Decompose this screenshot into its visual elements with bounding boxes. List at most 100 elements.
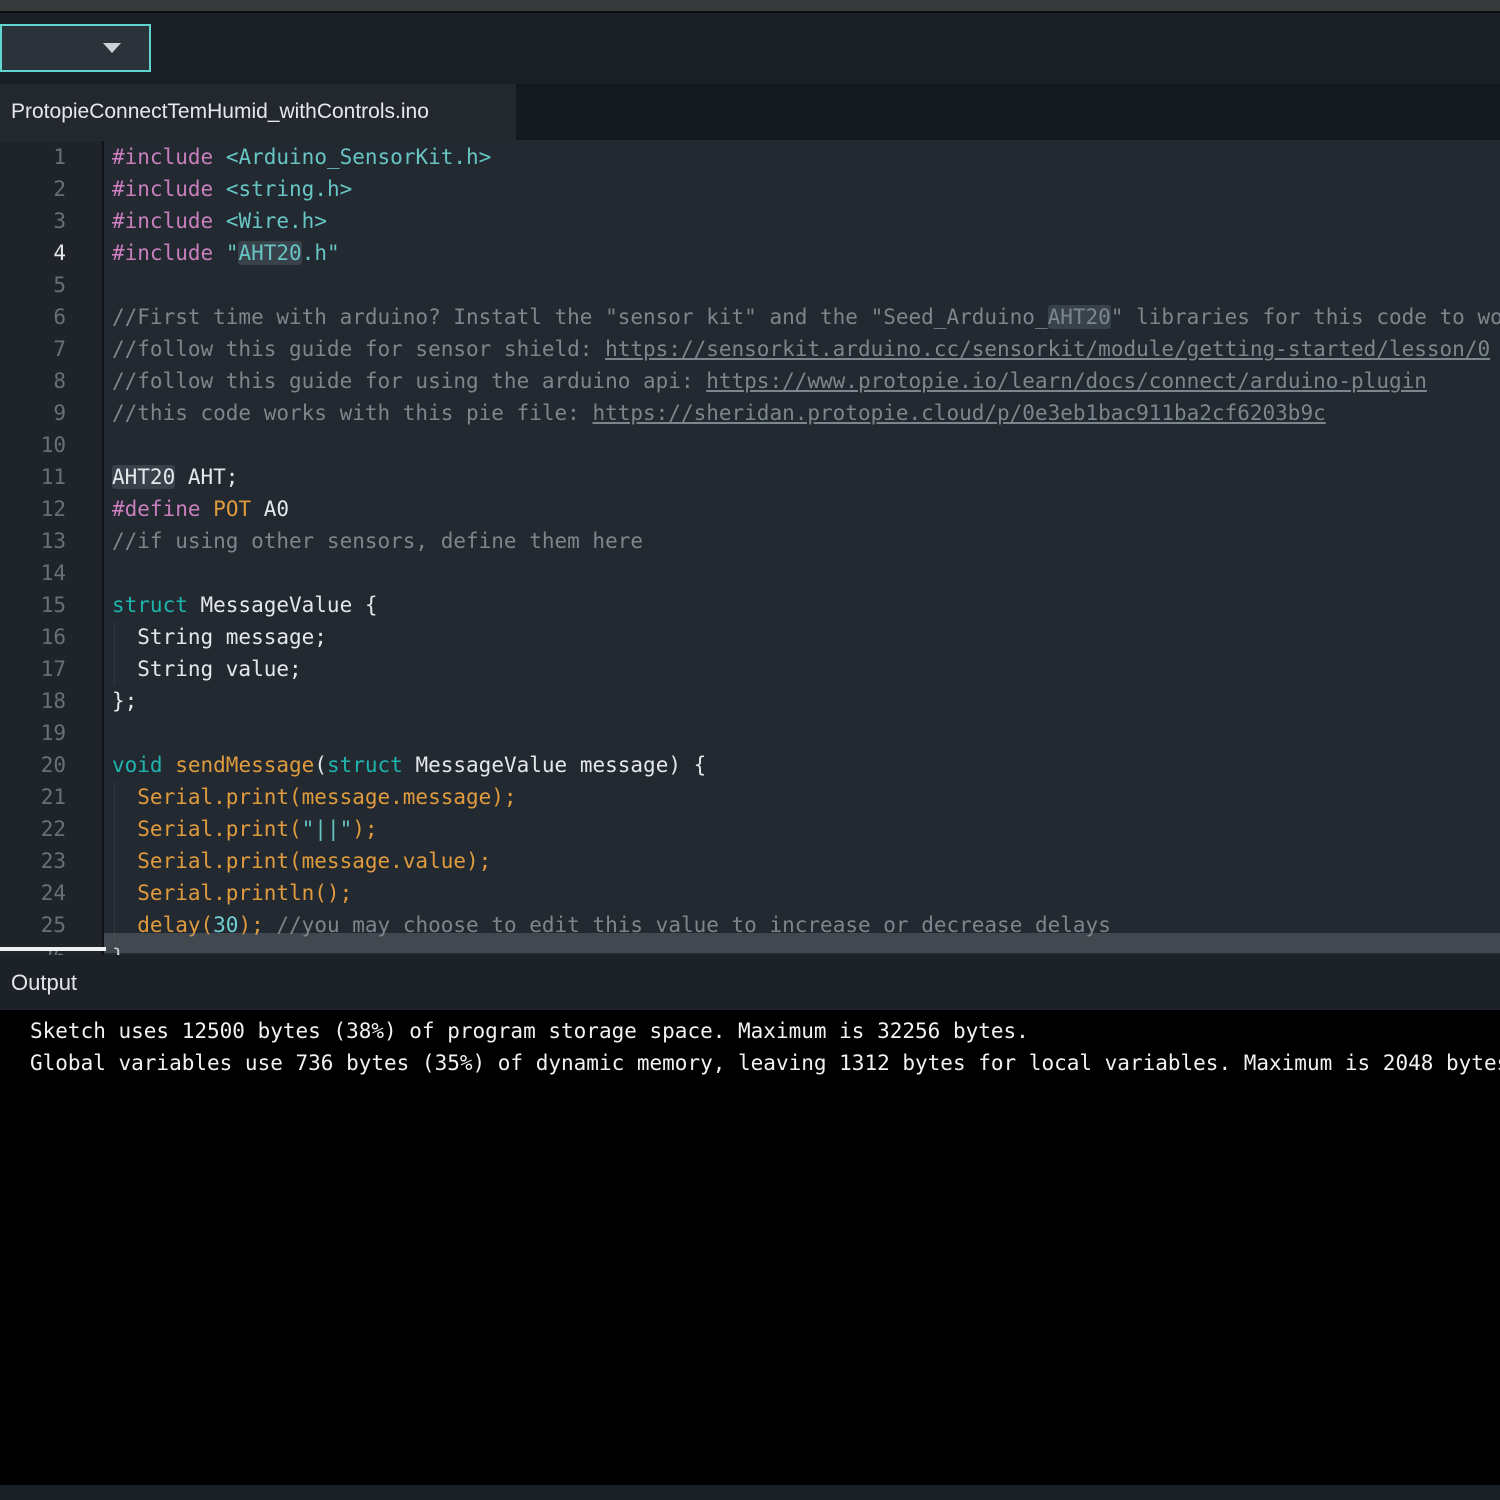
- code-token: POT: [213, 497, 251, 521]
- line-number[interactable]: 11: [0, 461, 104, 493]
- chevron-down-icon: [103, 43, 121, 53]
- board-selector-dropdown[interactable]: [0, 24, 151, 72]
- code-line[interactable]: 9//this code works with this pie file: h…: [0, 397, 1500, 429]
- code-editor[interactable]: 1#include <Arduino_SensorKit.h>2#include…: [0, 140, 1500, 955]
- code-line[interactable]: 6 //First time with arduino? Instatl the …: [0, 301, 1500, 333]
- line-number[interactable]: 13: [0, 525, 104, 557]
- code-token: (: [314, 753, 327, 777]
- code-line[interactable]: 21 Serial.print(message.message);: [0, 781, 1500, 813]
- code-token: );: [352, 817, 377, 841]
- code-line[interactable]: 19: [0, 717, 1500, 749]
- horizontal-scrollbar-track[interactable]: [104, 933, 1500, 953]
- line-number[interactable]: 12: [0, 493, 104, 525]
- code-text: //First time with arduino? Instatl the "…: [104, 301, 1500, 333]
- line-number[interactable]: 1: [0, 141, 104, 173]
- code-line[interactable]: 16 String message;: [0, 621, 1500, 653]
- code-token: String value;: [112, 657, 302, 681]
- horizontal-scrollbar-thumb[interactable]: [0, 947, 106, 951]
- line-number[interactable]: 9: [0, 397, 104, 429]
- editor-tabbar: ProtopieConnectTemHumid_withControls.ino: [0, 84, 1500, 140]
- code-line[interactable]: 24 Serial.println();: [0, 877, 1500, 909]
- code-token: struct: [112, 593, 188, 617]
- code-token: };: [112, 689, 137, 713]
- code-text: Serial.println();: [104, 877, 1500, 909]
- code-token: <Wire.h>: [226, 209, 327, 233]
- line-number[interactable]: 20: [0, 749, 104, 781]
- line-number[interactable]: 25: [0, 909, 104, 941]
- line-number[interactable]: 17: [0, 653, 104, 685]
- output-console[interactable]: Sketch uses 12500 bytes (38%) of program…: [0, 1010, 1500, 1485]
- code-line[interactable]: 15struct MessageValue {: [0, 589, 1500, 621]
- window-titlebar: [0, 0, 1500, 13]
- arduino-ide-window: ProtopieConnectTemHumid_withControls.ino…: [0, 0, 1500, 1500]
- code-text: [104, 429, 1500, 461]
- code-token: //if using other sensors, define them he…: [112, 529, 643, 553]
- code-line[interactable]: 3#include <Wire.h>: [0, 205, 1500, 237]
- code-token: Serial.print(message.value);: [112, 849, 491, 873]
- code-line[interactable]: 2#include <string.h>: [0, 173, 1500, 205]
- code-token: " libraries for this code to work: [1111, 305, 1500, 329]
- code-text: #include <Wire.h>: [104, 205, 1500, 237]
- code-token: ": [226, 241, 239, 265]
- line-number[interactable]: 23: [0, 845, 104, 877]
- code-token: Serial.print(: [112, 817, 302, 841]
- code-line[interactable]: 11AHT20 AHT;: [0, 461, 1500, 493]
- code-line[interactable]: 1#include <Arduino_SensorKit.h>: [0, 141, 1500, 173]
- code-line[interactable]: 4#include "AHT20.h": [0, 237, 1500, 269]
- line-number[interactable]: 5: [0, 269, 104, 301]
- tab-sketch[interactable]: ProtopieConnectTemHumid_withControls.ino: [0, 84, 516, 140]
- output-panel-header: Output: [0, 955, 1500, 1010]
- code-token: <Arduino_SensorKit.h>: [226, 145, 492, 169]
- code-line[interactable]: 12#define POT A0: [0, 493, 1500, 525]
- output-panel-title: Output: [11, 970, 77, 996]
- line-number[interactable]: 4: [0, 237, 104, 269]
- line-number[interactable]: 16: [0, 621, 104, 653]
- line-number[interactable]: 14: [0, 557, 104, 589]
- toolbar: [0, 13, 1500, 84]
- line-number[interactable]: 7: [0, 333, 104, 365]
- line-number[interactable]: 24: [0, 877, 104, 909]
- line-number[interactable]: 15: [0, 589, 104, 621]
- line-number[interactable]: 22: [0, 813, 104, 845]
- code-token: MessageValue message) {: [403, 753, 706, 777]
- line-number[interactable]: 21: [0, 781, 104, 813]
- code-line[interactable]: 18};: [0, 685, 1500, 717]
- code-line[interactable]: 10: [0, 429, 1500, 461]
- code-token: [213, 177, 226, 201]
- code-text: };: [104, 685, 1500, 717]
- code-text: #define POT A0: [104, 493, 1500, 525]
- line-number[interactable]: 18: [0, 685, 104, 717]
- code-text: AHT20 AHT;: [104, 461, 1500, 493]
- code-line[interactable]: 13 //if using other sensors, define them …: [0, 525, 1500, 557]
- code-line[interactable]: 5: [0, 269, 1500, 301]
- code-line[interactable]: 17 String value;: [0, 653, 1500, 685]
- code-token: <string.h>: [226, 177, 352, 201]
- code-token: struct: [327, 753, 403, 777]
- code-token: Serial.println();: [112, 881, 352, 905]
- line-number[interactable]: 19: [0, 717, 104, 749]
- code-text: void sendMessage(struct MessageValue mes…: [104, 749, 1500, 781]
- code-line[interactable]: 8//follow this guide for using the ardui…: [0, 365, 1500, 397]
- code-token: Serial.print(message.message);: [112, 785, 517, 809]
- code-line[interactable]: 7//follow this guide for sensor shield: …: [0, 333, 1500, 365]
- code-token: sendMessage: [175, 753, 314, 777]
- code-token: https://sheridan.protopie.cloud/p/0e3eb1…: [592, 401, 1325, 425]
- line-number[interactable]: 10: [0, 429, 104, 461]
- code-line[interactable]: 20void sendMessage(struct MessageValue m…: [0, 749, 1500, 781]
- code-text: Serial.print("||");: [104, 813, 1500, 845]
- code-token: .h": [302, 241, 340, 265]
- line-number[interactable]: 6: [0, 301, 104, 333]
- line-number[interactable]: 3: [0, 205, 104, 237]
- code-line[interactable]: 23 Serial.print(message.value);: [0, 845, 1500, 877]
- code-token: AHT20: [1048, 305, 1111, 329]
- line-number[interactable]: 8: [0, 365, 104, 397]
- code-line[interactable]: 14: [0, 557, 1500, 589]
- code-token: #include: [112, 241, 213, 265]
- console-line: Sketch uses 12500 bytes (38%) of program…: [30, 1015, 1500, 1047]
- code-token: //First time with arduino? Instatl the "…: [112, 305, 1048, 329]
- code-line[interactable]: 22 Serial.print("||");: [0, 813, 1500, 845]
- code-text: String value;: [104, 653, 1500, 685]
- line-number[interactable]: 2: [0, 173, 104, 205]
- code-token: [201, 497, 214, 521]
- code-token: //follow this guide for sensor shield:: [112, 337, 605, 361]
